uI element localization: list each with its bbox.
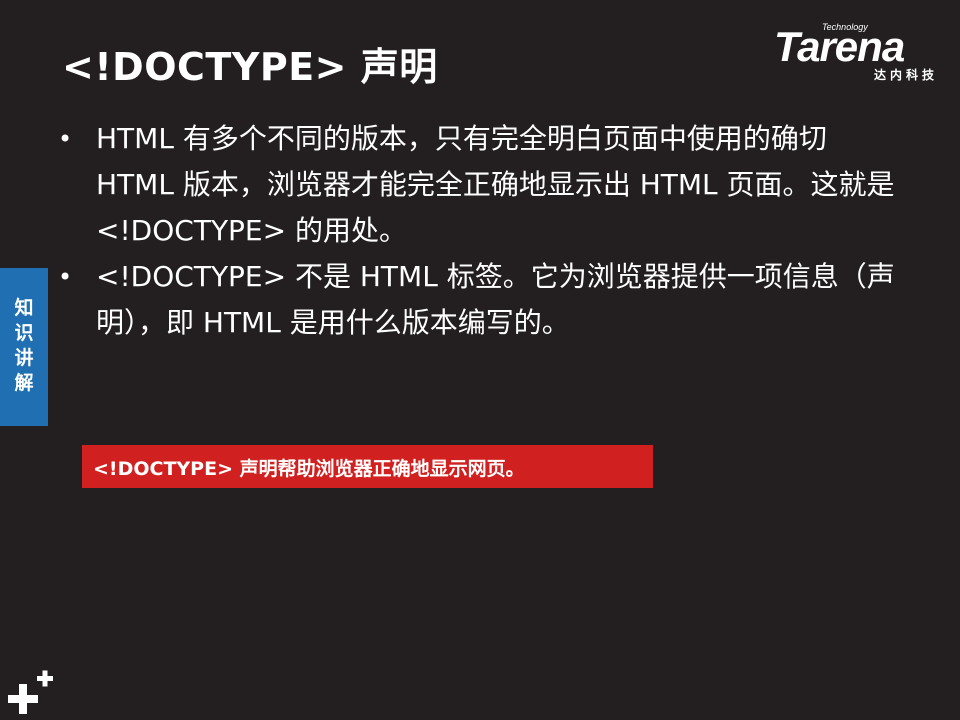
callout-text: <!DOCTYPE> 声明帮助浏览器正确地显示网页。	[93, 458, 525, 480]
bullet-list: • HTML 有多个不同的版本，只有完全明白页面中使用的确切 HTML 版本，浏…	[56, 116, 906, 346]
bullet-text: <!DOCTYPE> 不是 HTML 标签。它为浏览器提供一项信息（声明），即 …	[96, 260, 895, 339]
bullet-marker: •	[58, 125, 73, 153]
side-tab-label: 知识讲解	[14, 297, 34, 394]
plus-plus-icon	[8, 670, 53, 714]
list-item: • <!DOCTYPE> 不是 HTML 标签。它为浏览器提供一项信息（声明），…	[56, 254, 906, 346]
tarena-logo-icon: Technology Tarena 达内科技	[774, 22, 944, 86]
callout-box: <!DOCTYPE> 声明帮助浏览器正确地显示网页。	[82, 445, 653, 488]
bullet-marker: •	[58, 263, 73, 291]
bullet-text: HTML 有多个不同的版本，只有完全明白页面中使用的确切 HTML 版本，浏览器…	[96, 122, 895, 247]
logo-subtitle: 达内科技	[873, 68, 938, 82]
side-tab: 知识讲解	[0, 268, 48, 426]
slide-title: <!DOCTYPE> 声明	[62, 45, 438, 89]
list-item: • HTML 有多个不同的版本，只有完全明白页面中使用的确切 HTML 版本，浏…	[56, 116, 906, 254]
logo-brand: Tarena	[774, 23, 905, 70]
